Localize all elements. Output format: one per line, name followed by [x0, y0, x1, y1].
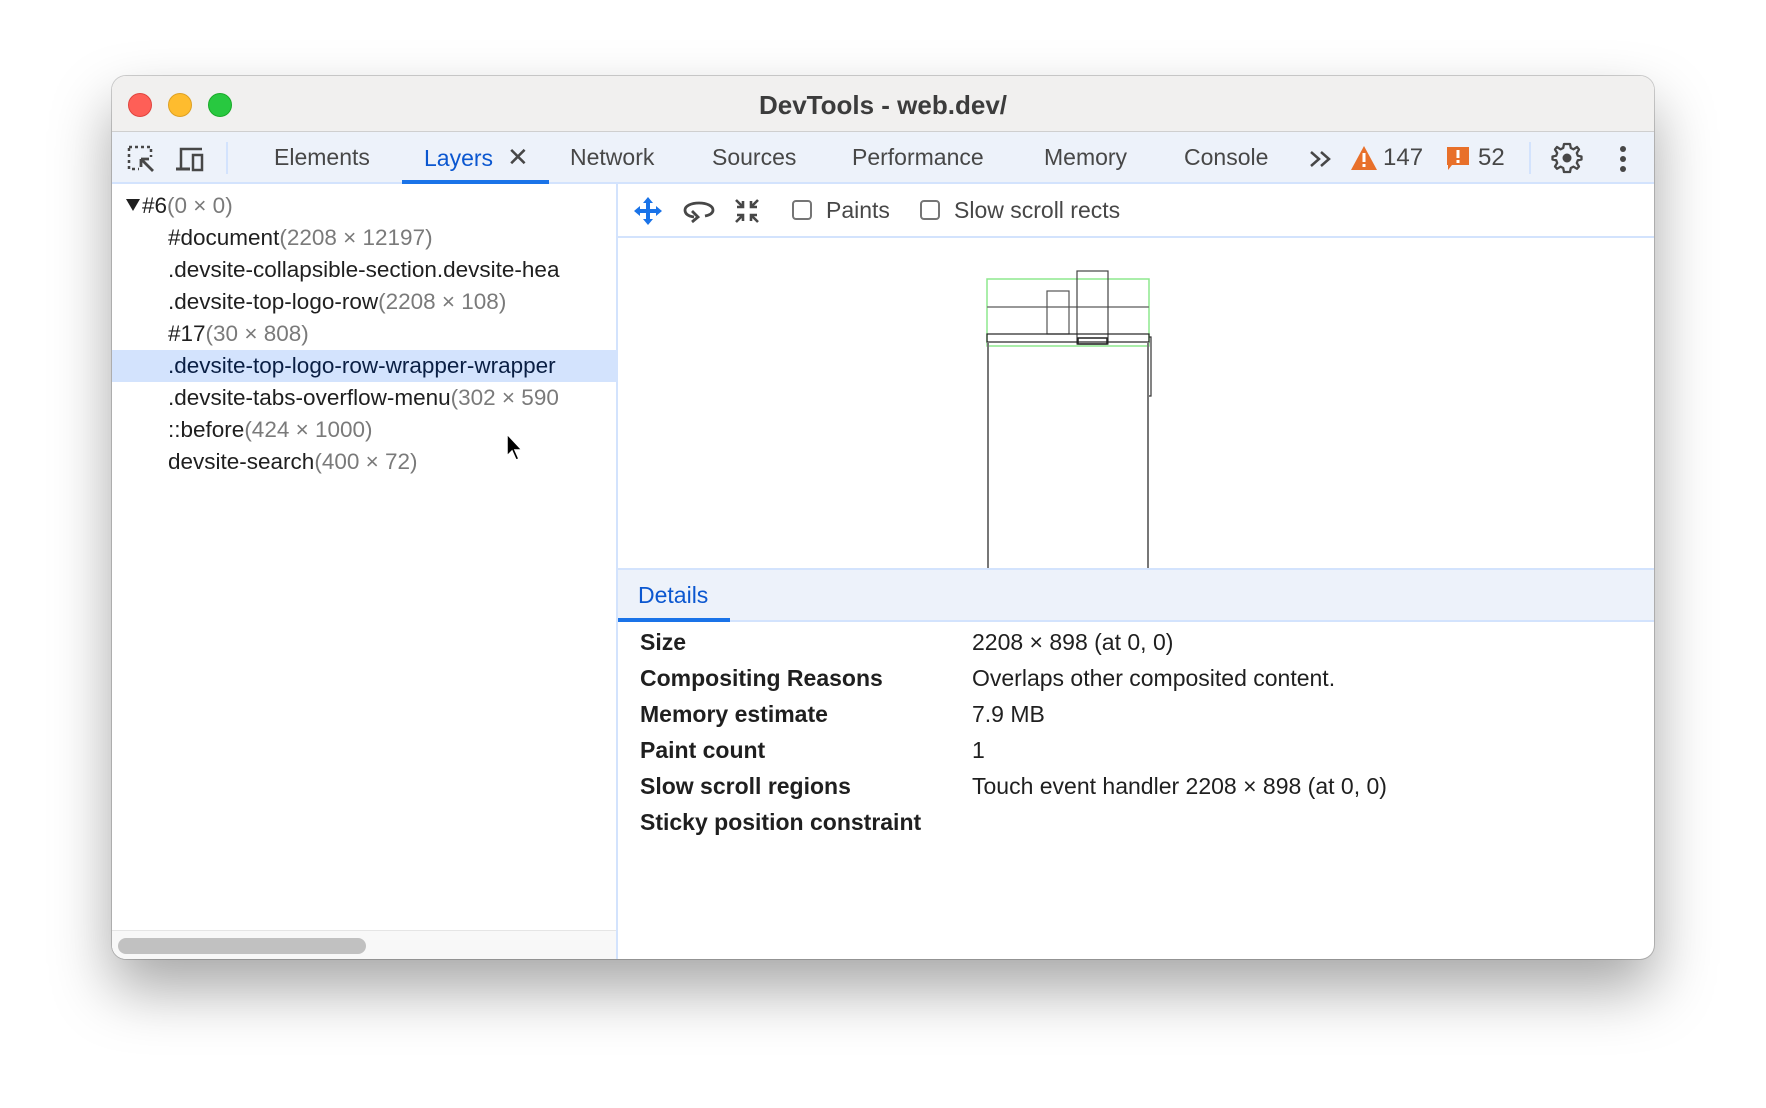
detail-value: 1 — [972, 737, 985, 763]
layers-toolbar: Paints Slow scroll rects — [618, 184, 1654, 238]
tab-label: Layers — [424, 145, 494, 171]
detail-value: Overlaps other composited content. — [972, 665, 1336, 691]
tab-label: Performance — [852, 144, 984, 170]
layers-3d-panel: Paints Slow scroll rects Details Size 22… — [617, 184, 1654, 959]
close-tab-icon[interactable]: ✕ — [507, 142, 529, 172]
slow-scroll-rects-checkbox[interactable]: Slow scroll rects — [920, 184, 1120, 236]
gear-icon[interactable] — [1551, 142, 1583, 174]
tab-label: Network — [570, 144, 655, 170]
tree-item-selected[interactable]: .devsite-top-logo-row-wrapper-wrapper — [112, 350, 672, 382]
checkbox-label: Paints — [826, 196, 890, 223]
detail-value: Touch event handler 2208 × 898 (at 0, 0) — [972, 773, 1387, 799]
tree-item[interactable]: ::before(424 × 1000) — [112, 414, 672, 446]
tab-console[interactable]: Console — [1184, 132, 1268, 182]
detail-value: 7.9 MB — [972, 701, 1045, 727]
layer-size: (424 × 1000) — [244, 417, 373, 442]
checkbox[interactable] — [920, 200, 940, 220]
window-title: DevTools - web.dev/ — [758, 90, 1007, 120]
layer-tree-panel: #6(0 × 0) #document(2208 × 12197) .devsi… — [112, 184, 672, 959]
details-panel: Size 2208 × 898 (at 0, 0) Compositing Re… — [618, 622, 1654, 959]
layer-name: #document — [168, 225, 280, 250]
reset-transform-icon[interactable] — [732, 196, 762, 226]
toolbar-separator — [1529, 142, 1531, 174]
layer-size: (302 × 590 — [450, 385, 559, 410]
layer-name: .devsite-top-logo-row-wrapper-wrapper — [168, 353, 556, 378]
layer-name: .devsite-top-logo-row — [168, 289, 379, 314]
horizontal-scrollbar[interactable] — [112, 930, 616, 959]
layer-size: (0 × 0) — [167, 193, 233, 218]
detail-label: Sticky position constraint — [640, 809, 922, 835]
layer-name: ::before — [168, 417, 245, 442]
layer-rect — [1077, 337, 1108, 345]
expand-triangle-icon[interactable] — [126, 199, 140, 212]
more-vertical-icon[interactable] — [1608, 144, 1638, 174]
inspect-element-icon[interactable] — [126, 144, 156, 174]
tab-network[interactable]: Network — [570, 132, 654, 182]
tab-label: Console — [1184, 144, 1269, 170]
tree-item[interactable]: .devsite-top-logo-row(2208 × 108) — [112, 286, 672, 318]
issues-count[interactable]: 52 — [1478, 132, 1505, 182]
device-toolbar-icon[interactable] — [174, 144, 204, 174]
warning-triangle-icon[interactable] — [1350, 145, 1380, 175]
tree-item[interactable]: #document(2208 × 12197) — [112, 222, 672, 254]
checkbox[interactable] — [792, 200, 812, 220]
tab-label: Memory — [1044, 144, 1128, 170]
more-tabs-chevron-icon[interactable] — [1306, 144, 1336, 174]
layer-name: #17 — [168, 321, 206, 346]
detail-label: Compositing Reasons — [640, 665, 883, 691]
checkbox-label: Slow scroll rects — [954, 196, 1121, 223]
warnings-count[interactable]: 147 — [1383, 132, 1423, 182]
detail-value: 2208 × 898 (at 0, 0) — [972, 629, 1174, 655]
tree-item[interactable]: #17(30 × 808) — [112, 318, 672, 350]
paints-checkbox[interactable]: Paints — [792, 184, 890, 236]
tab-label: Elements — [274, 144, 370, 170]
layer-name: devsite-search — [168, 449, 315, 474]
title-bar: DevTools - web.dev/ — [112, 76, 1654, 132]
mouse-pointer-icon — [505, 432, 527, 462]
tab-label: Sources — [712, 144, 797, 170]
layer-name: .devsite-collapsible-section.devsite-hea — [168, 257, 560, 282]
layer-size: (30 × 808) — [205, 321, 309, 346]
tab-details[interactable]: Details — [617, 570, 731, 622]
tree-item[interactable]: .devsite-tabs-overflow-menu(302 × 590 — [112, 382, 672, 414]
main-toolbar: Elements Layers ✕ Network Sources Perform… — [112, 132, 1654, 184]
detail-label: Size — [640, 629, 687, 655]
detail-label: Slow scroll regions — [640, 773, 851, 799]
tree-item[interactable]: #6(0 × 0) — [112, 190, 630, 222]
tab-performance[interactable]: Performance — [852, 132, 984, 182]
layer-size: (400 × 72) — [314, 449, 418, 474]
tab-layers[interactable]: Layers ✕ — [402, 132, 549, 184]
scrollbar-thumb[interactable] — [118, 938, 366, 954]
layers-3d-viewport[interactable] — [618, 238, 1654, 568]
pan-arrows-icon[interactable] — [632, 195, 662, 225]
layer-rect — [986, 333, 1150, 343]
tree-item[interactable]: devsite-search(400 × 72) — [112, 446, 672, 478]
details-tab-bar: Details — [617, 568, 1654, 622]
detail-label: Memory estimate — [640, 701, 828, 727]
layers-canvas[interactable] — [618, 238, 1654, 568]
tab-elements[interactable]: Elements — [274, 132, 370, 182]
tab-sources[interactable]: Sources — [712, 132, 796, 182]
layer-name: .devsite-tabs-overflow-menu — [168, 385, 451, 410]
tree-item[interactable]: .devsite-collapsible-section.devsite-hea — [112, 254, 672, 286]
layer-name: #6 — [142, 193, 168, 218]
layer-size: (2208 × 12197) — [279, 225, 433, 250]
layer-rect-highlighted — [986, 278, 1150, 347]
devtools-window: DevTools - web.dev/ Elements Layers ✕ Net… — [112, 76, 1654, 959]
issue-badge-icon[interactable] — [1446, 146, 1476, 176]
detail-label: Paint count — [640, 737, 766, 763]
tab-memory[interactable]: Memory — [1044, 132, 1127, 182]
layer-rect — [1046, 290, 1070, 335]
toolbar-separator — [226, 142, 228, 174]
layer-size: (2208 × 108) — [378, 289, 507, 314]
rotate-icon[interactable] — [682, 196, 715, 226]
